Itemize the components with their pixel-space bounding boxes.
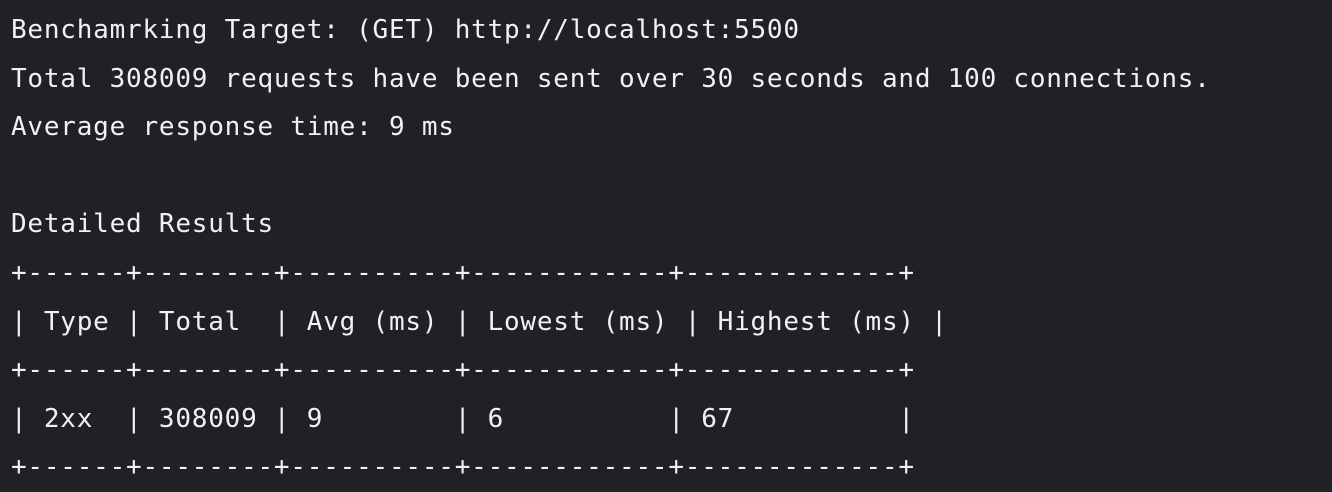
table-top-border: +------+--------+----------+------------… — [11, 257, 915, 288]
total-requests-line: Total 308009 requests have been sent ove… — [11, 63, 1211, 94]
table-bottom-border: +------+--------+----------+------------… — [11, 452, 915, 483]
table-header-separator: +------+--------+----------+------------… — [11, 355, 915, 386]
section-title: Detailed Results — [11, 209, 274, 240]
terminal-output: Benchamrking Target: (GET) http://localh… — [0, 0, 1332, 482]
table-row: | 2xx | 308009 | 9 | 6 | 67 | — [11, 403, 915, 434]
table-header-row: | Type | Total | Avg (ms) | Lowest (ms) … — [11, 306, 948, 337]
average-response-line: Average response time: 9 ms — [11, 112, 455, 143]
target-line: Benchamrking Target: (GET) http://localh… — [11, 15, 800, 45]
